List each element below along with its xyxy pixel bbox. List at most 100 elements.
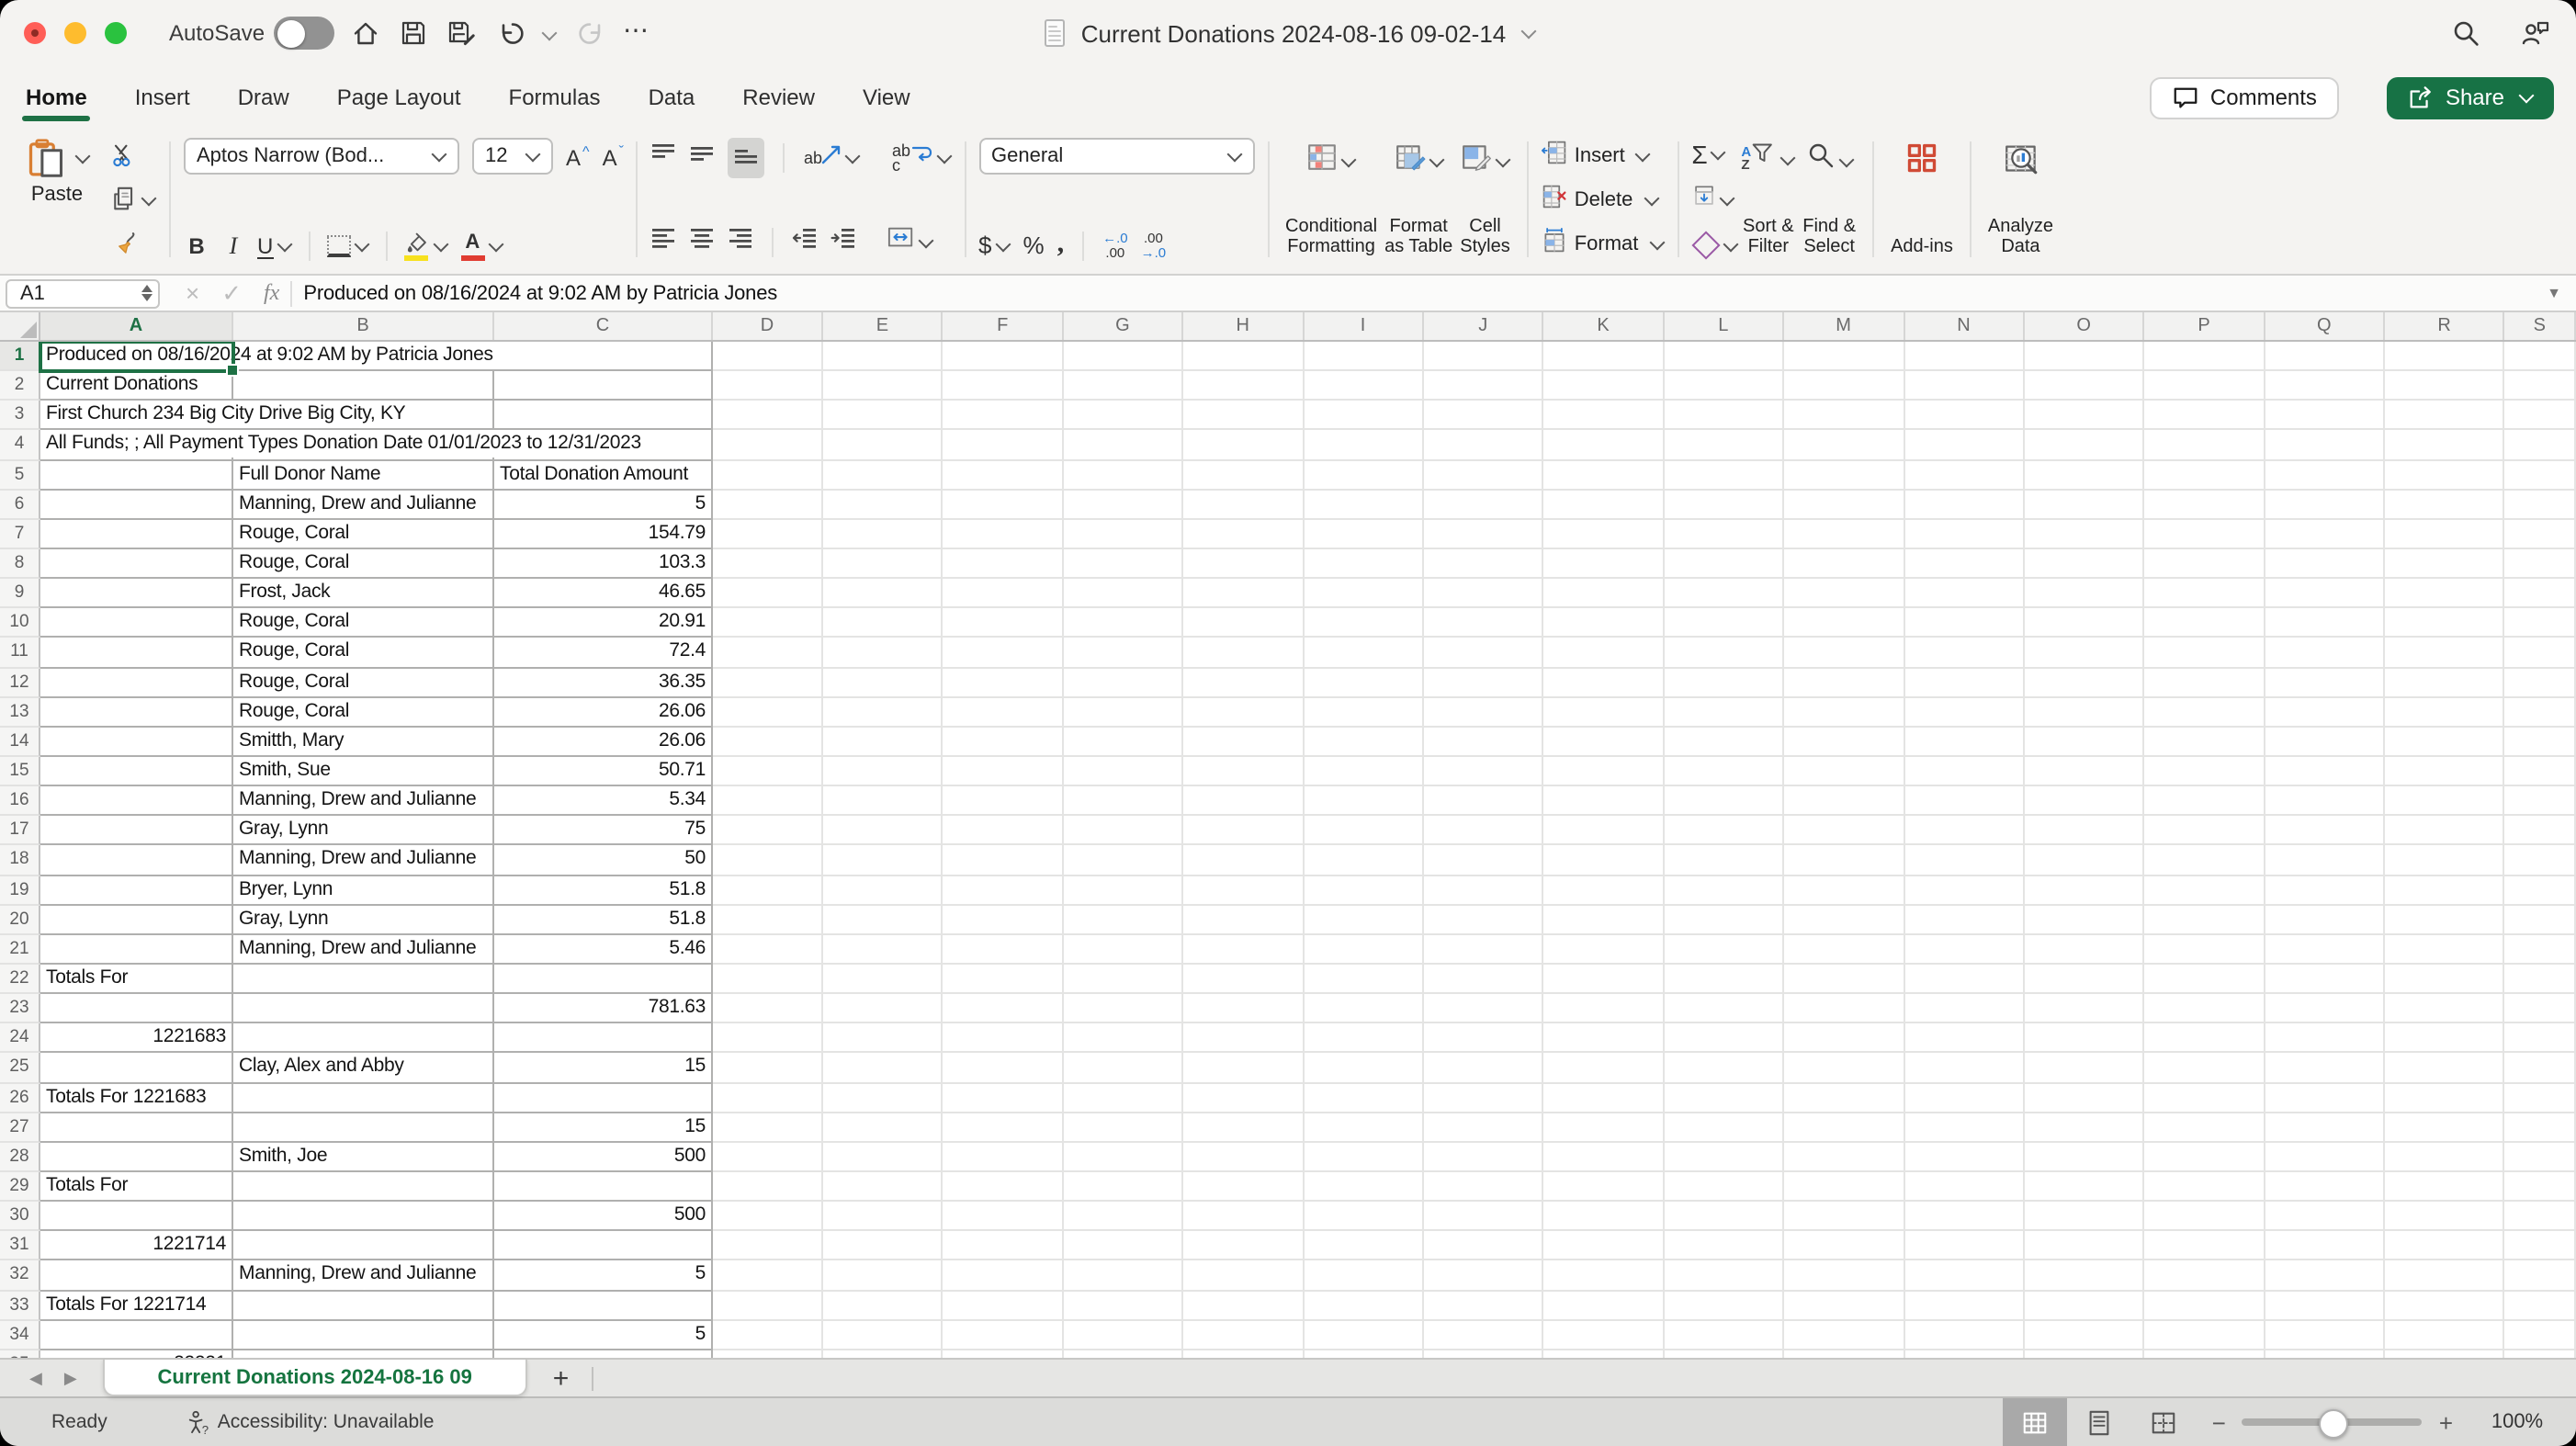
cell-G20[interactable] — [1064, 905, 1184, 934]
cell-A11[interactable] — [40, 638, 233, 668]
cell-L28[interactable] — [1664, 1143, 1784, 1172]
cell-C25[interactable]: 15 — [494, 1054, 713, 1083]
cell-A20[interactable] — [40, 905, 233, 934]
cell-D35[interactable] — [713, 1350, 823, 1358]
cell-M7[interactable] — [1784, 520, 1904, 549]
row-header-10[interactable]: 10 — [0, 609, 40, 638]
cell-L5[interactable] — [1664, 460, 1784, 490]
cell-I6[interactable] — [1304, 490, 1424, 519]
cell-M18[interactable] — [1784, 846, 1904, 876]
cell-I27[interactable] — [1304, 1113, 1424, 1142]
cell-B8[interactable]: Rouge, Coral — [233, 549, 494, 579]
cell-C35[interactable] — [494, 1350, 713, 1358]
cell-S19[interactable] — [2505, 876, 2576, 905]
cell-K31[interactable] — [1544, 1231, 1665, 1260]
cell-B16[interactable]: Manning, Drew and Julianne — [233, 786, 494, 816]
cell-F10[interactable] — [943, 609, 1064, 638]
cell-K32[interactable] — [1544, 1261, 1665, 1291]
cell-A12[interactable] — [40, 668, 233, 697]
align-right-icon[interactable] — [729, 226, 754, 259]
column-header-A[interactable]: A — [40, 312, 233, 340]
cell-S35[interactable] — [2505, 1350, 2576, 1358]
conditional-formatting-button[interactable]: ConditionalFormatting — [1282, 138, 1381, 261]
cell-I15[interactable] — [1304, 757, 1424, 786]
cell-H31[interactable] — [1183, 1231, 1304, 1260]
cell-S6[interactable] — [2505, 490, 2576, 519]
cell-Q3[interactable] — [2265, 401, 2385, 431]
cell-A28[interactable] — [40, 1143, 233, 1172]
cell-H16[interactable] — [1183, 786, 1304, 816]
cell-A7[interactable] — [40, 520, 233, 549]
cell-C32[interactable]: 5 — [494, 1261, 713, 1291]
cell-F17[interactable] — [943, 817, 1064, 846]
cell-K27[interactable] — [1544, 1113, 1665, 1142]
cell-D1[interactable] — [713, 342, 823, 371]
cell-O30[interactable] — [2025, 1202, 2145, 1231]
people-chat-icon[interactable] — [2521, 18, 2550, 48]
row-header-11[interactable]: 11 — [0, 638, 40, 668]
cell-O3[interactable] — [2025, 401, 2145, 431]
cell-G10[interactable] — [1064, 609, 1184, 638]
cell-B12[interactable]: Rouge, Coral — [233, 668, 494, 697]
cell-A32[interactable] — [40, 1261, 233, 1291]
cell-Q5[interactable] — [2265, 460, 2385, 490]
cell-L23[interactable] — [1664, 994, 1784, 1023]
cell-O24[interactable] — [2025, 1023, 2145, 1053]
cell-H27[interactable] — [1183, 1113, 1304, 1142]
cell-S32[interactable] — [2505, 1261, 2576, 1291]
cell-A26[interactable]: Totals For 1221683 — [40, 1083, 233, 1113]
cell-S20[interactable] — [2505, 905, 2576, 934]
tab-draw[interactable]: Draw — [238, 70, 289, 125]
cell-A15[interactable] — [40, 757, 233, 786]
cell-C33[interactable] — [494, 1291, 713, 1320]
cell-S9[interactable] — [2505, 579, 2576, 608]
name-box[interactable]: A1 — [6, 278, 160, 308]
cell-B15[interactable]: Smith, Sue — [233, 757, 494, 786]
cell-S24[interactable] — [2505, 1023, 2576, 1053]
cell-B28[interactable]: Smith, Joe — [233, 1143, 494, 1172]
cell-C13[interactable]: 26.06 — [494, 697, 713, 727]
cell-O28[interactable] — [2025, 1143, 2145, 1172]
cell-I25[interactable] — [1304, 1054, 1424, 1083]
cell-R1[interactable] — [2385, 342, 2505, 371]
cell-D32[interactable] — [713, 1261, 823, 1291]
align-bottom-icon[interactable] — [729, 138, 765, 178]
cell-Q35[interactable] — [2265, 1350, 2385, 1358]
cell-S13[interactable] — [2505, 697, 2576, 727]
normal-view-button[interactable] — [2003, 1398, 2067, 1446]
cell-K4[interactable] — [1544, 431, 1665, 460]
cell-M28[interactable] — [1784, 1143, 1904, 1172]
cell-F8[interactable] — [943, 549, 1064, 579]
cell-G7[interactable] — [1064, 520, 1184, 549]
cell-J14[interactable] — [1424, 728, 1544, 757]
cell-I12[interactable] — [1304, 668, 1424, 697]
cell-O20[interactable] — [2025, 905, 2145, 934]
cell-O35[interactable] — [2025, 1350, 2145, 1358]
cell-F7[interactable] — [943, 520, 1064, 549]
orientation-button[interactable]: ab — [804, 141, 861, 175]
cell-J28[interactable] — [1424, 1143, 1544, 1172]
cell-C9[interactable]: 46.65 — [494, 579, 713, 608]
cell-M2[interactable] — [1784, 371, 1904, 401]
cell-J31[interactable] — [1424, 1231, 1544, 1260]
cell-R13[interactable] — [2385, 697, 2505, 727]
cell-N12[interactable] — [1904, 668, 2025, 697]
cell-O33[interactable] — [2025, 1291, 2145, 1320]
cell-F30[interactable] — [943, 1202, 1064, 1231]
cell-K17[interactable] — [1544, 817, 1665, 846]
cell-I8[interactable] — [1304, 549, 1424, 579]
cell-J17[interactable] — [1424, 817, 1544, 846]
zoom-slider[interactable] — [2243, 1419, 2423, 1426]
cell-I22[interactable] — [1304, 965, 1424, 994]
cell-H11[interactable] — [1183, 638, 1304, 668]
cell-O6[interactable] — [2025, 490, 2145, 519]
cell-R17[interactable] — [2385, 817, 2505, 846]
cell-G30[interactable] — [1064, 1202, 1184, 1231]
cell-K16[interactable] — [1544, 786, 1665, 816]
cell-N25[interactable] — [1904, 1054, 2025, 1083]
cell-K35[interactable] — [1544, 1350, 1665, 1358]
cell-R14[interactable] — [2385, 728, 2505, 757]
cell-B9[interactable]: Frost, Jack — [233, 579, 494, 608]
cell-I17[interactable] — [1304, 817, 1424, 846]
cell-O29[interactable] — [2025, 1172, 2145, 1202]
